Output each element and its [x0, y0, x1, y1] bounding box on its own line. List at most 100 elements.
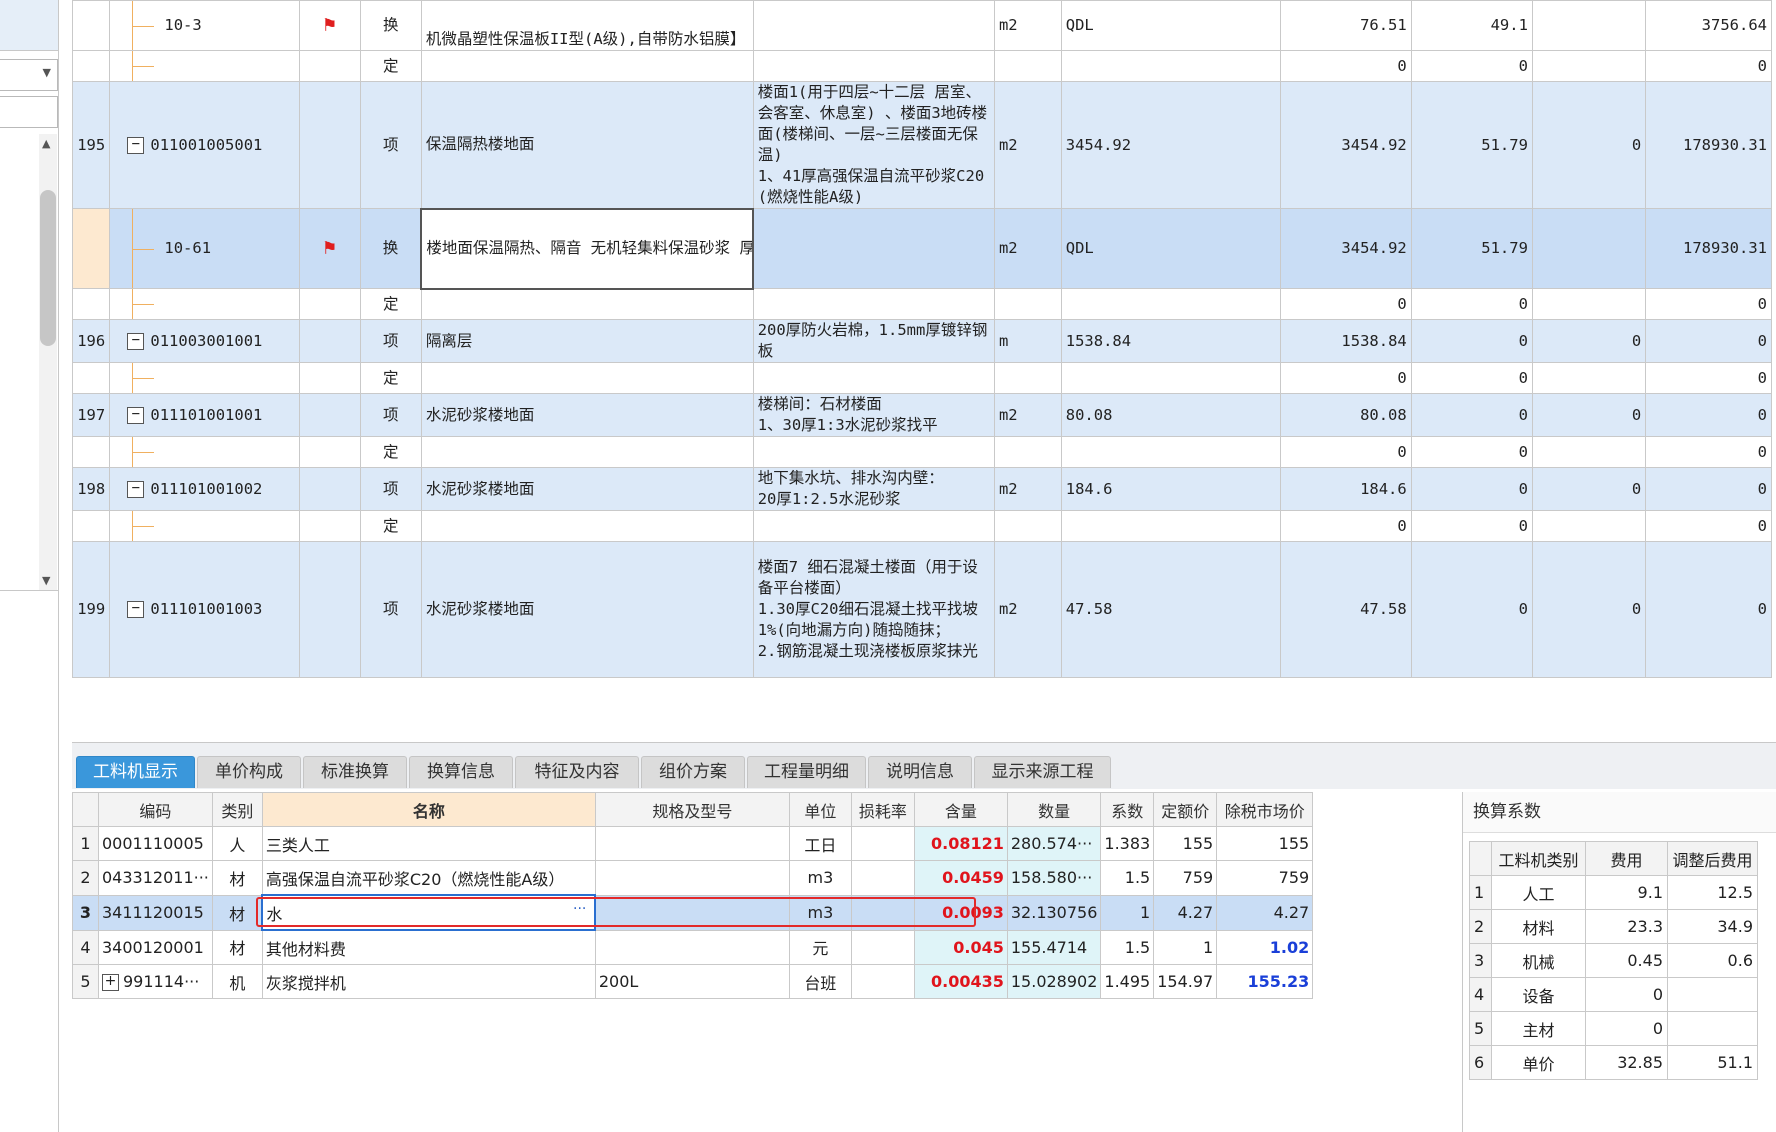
feature-cell[interactable]: 楼梯间：石材楼面 1、30厚1:3水泥砂浆找平 [752, 393, 995, 437]
row-number[interactable]: 5 [72, 964, 99, 999]
code-cell[interactable] [109, 288, 300, 320]
tab-7[interactable]: 工程量明细 [747, 756, 866, 788]
quantity-cell[interactable]: 155.4714 [1006, 929, 1102, 965]
total-cell[interactable]: 0 [1645, 436, 1772, 468]
column-header[interactable]: 费用 [1585, 841, 1668, 876]
row-number[interactable]: 5 [1469, 1011, 1492, 1046]
kind-cell[interactable]: 定 [359, 510, 422, 542]
unit-price-cell[interactable]: 0 [1410, 467, 1533, 511]
column-header[interactable]: 系数 [1100, 792, 1155, 827]
budget-row[interactable]: 定000 [72, 50, 1772, 82]
row-number[interactable]: 2 [1469, 909, 1492, 944]
code-cell[interactable]: −011001005001 [109, 81, 300, 209]
loss-rate-cell[interactable] [850, 964, 915, 999]
code-cell[interactable] [109, 510, 300, 542]
fee-cell[interactable]: 23.3 [1585, 909, 1668, 944]
code-cell[interactable] [109, 50, 300, 82]
category-cell[interactable]: 单价 [1491, 1045, 1586, 1080]
coefficient-cell[interactable]: 1 [1100, 894, 1155, 931]
name-cell[interactable]: 其他材料费 [261, 929, 596, 965]
row-index[interactable] [72, 0, 111, 51]
quota-price-cell[interactable]: 154.97 [1153, 964, 1218, 999]
unit-cell[interactable]: m3 [788, 894, 852, 931]
quantity-cell[interactable]: 32.130756 [1006, 894, 1102, 931]
fee-cell[interactable]: 0 [1585, 1011, 1668, 1046]
content-cell[interactable]: 0.0459 [913, 860, 1008, 896]
rate-cell[interactable] [1531, 208, 1647, 289]
unit-cell[interactable]: m3 [788, 860, 852, 896]
fee-cell[interactable]: 0 [1585, 977, 1668, 1012]
quantity-cell[interactable]: 76.51 [1280, 0, 1412, 51]
column-header[interactable] [72, 792, 99, 827]
scroll-down-icon[interactable]: ▼ [42, 574, 50, 587]
fee-cell[interactable]: 0.45 [1585, 943, 1668, 978]
adjusted-fee-cell[interactable] [1667, 977, 1758, 1012]
kind-cell[interactable]: 换 [359, 208, 422, 289]
row-index[interactable]: 197 [72, 393, 111, 437]
code-cell[interactable]: +991114··· [98, 964, 213, 999]
flag-cell[interactable] [298, 81, 361, 209]
tab-8[interactable]: 说明信息 [868, 756, 972, 788]
market-price-cell[interactable]: 155 [1216, 826, 1314, 861]
category-cell[interactable]: 材 [211, 894, 263, 931]
unit-price-cell[interactable]: 0 [1410, 319, 1533, 363]
category-cell[interactable]: 材 [211, 860, 263, 896]
quantity-cell[interactable]: 280.574··· [1006, 826, 1102, 861]
quantity-expression-cell[interactable] [1060, 362, 1282, 394]
code-cell[interactable]: 043312011··· [98, 860, 213, 896]
unit-price-cell[interactable]: 0 [1410, 541, 1533, 678]
kind-cell[interactable]: 定 [359, 50, 422, 82]
unit-cell[interactable]: 元 [788, 929, 852, 965]
quantity-expression-cell[interactable]: 80.08 [1060, 393, 1282, 437]
tab-2[interactable]: 单价构成 [197, 756, 301, 788]
total-cell[interactable]: 0 [1645, 541, 1772, 678]
kind-cell[interactable]: 项 [359, 541, 422, 678]
expand-icon[interactable]: + [102, 974, 119, 991]
feature-cell[interactable] [752, 436, 995, 468]
budget-row[interactable]: 定000 [72, 436, 1772, 468]
total-cell[interactable]: 3756.64 [1645, 0, 1772, 51]
unit-cell[interactable] [993, 362, 1062, 394]
spec-cell[interactable] [594, 894, 790, 931]
quota-price-cell[interactable]: 4.27 [1153, 894, 1218, 931]
feature-cell[interactable]: 地下集水坑、排水沟内壁： 20厚1:2.5水泥砂浆 [752, 467, 995, 511]
adjusted-fee-cell[interactable]: 34.9 [1667, 909, 1758, 944]
kind-cell[interactable]: 项 [359, 393, 422, 437]
name-cell[interactable] [420, 288, 754, 320]
row-index[interactable] [72, 362, 111, 394]
tab-3[interactable]: 标准换算 [303, 756, 407, 788]
unit-cell[interactable]: m2 [993, 81, 1062, 209]
name-cell[interactable]: 三类人工 [261, 826, 596, 861]
code-cell[interactable]: −011101001001 [109, 393, 300, 437]
feature-cell[interactable] [752, 50, 995, 82]
row-number[interactable]: 2 [72, 860, 99, 896]
flag-cell[interactable] [298, 319, 361, 363]
budget-row[interactable]: 10-61 ⚑ 换楼地面保温隔热、隔音 无机轻集料保温砂浆 厚度30mm 实际厚度(… [72, 207, 1772, 290]
unit-cell[interactable] [993, 50, 1062, 82]
quantity-expression-cell[interactable]: QDL [1060, 0, 1282, 51]
row-index[interactable] [72, 208, 111, 289]
unit-price-cell[interactable]: 51.79 [1410, 208, 1533, 289]
column-header[interactable]: 含量 [913, 792, 1008, 827]
factor-row[interactable]: 6 单价 32.85 51.1 [1469, 1045, 1758, 1080]
name-cell[interactable] [420, 50, 754, 82]
left-scrollbar[interactable]: ▲ ▼ [39, 134, 57, 590]
quantity-cell[interactable]: 0 [1280, 362, 1412, 394]
name-cell[interactable]: 水泥砂浆楼地面 [420, 393, 754, 437]
rate-cell[interactable]: 0 [1531, 467, 1647, 511]
row-index[interactable]: 199 [72, 541, 111, 678]
kind-cell[interactable]: 项 [359, 319, 422, 363]
row-number[interactable]: 1 [1469, 875, 1492, 910]
quantity-cell[interactable]: 0 [1280, 436, 1412, 468]
spec-cell[interactable]: 200L [594, 964, 790, 999]
quantity-cell[interactable]: 3454.92 [1280, 208, 1412, 289]
name-cell[interactable]: 水泥砂浆楼地面 [420, 541, 754, 678]
unit-cell[interactable]: m2 [993, 0, 1062, 51]
category-cell[interactable]: 主材 [1491, 1011, 1586, 1046]
market-price-cell[interactable]: 155.23 [1216, 964, 1314, 999]
row-number[interactable]: 3 [72, 894, 99, 931]
resource-row[interactable]: 2 043312011··· 材高强保温自流平砂浆C20（燃烧性能A级） m3 0.04… [72, 860, 1314, 896]
category-cell[interactable]: 设备 [1491, 977, 1586, 1012]
category-cell[interactable]: 人工 [1491, 875, 1586, 910]
adjusted-fee-cell[interactable] [1667, 1011, 1758, 1046]
